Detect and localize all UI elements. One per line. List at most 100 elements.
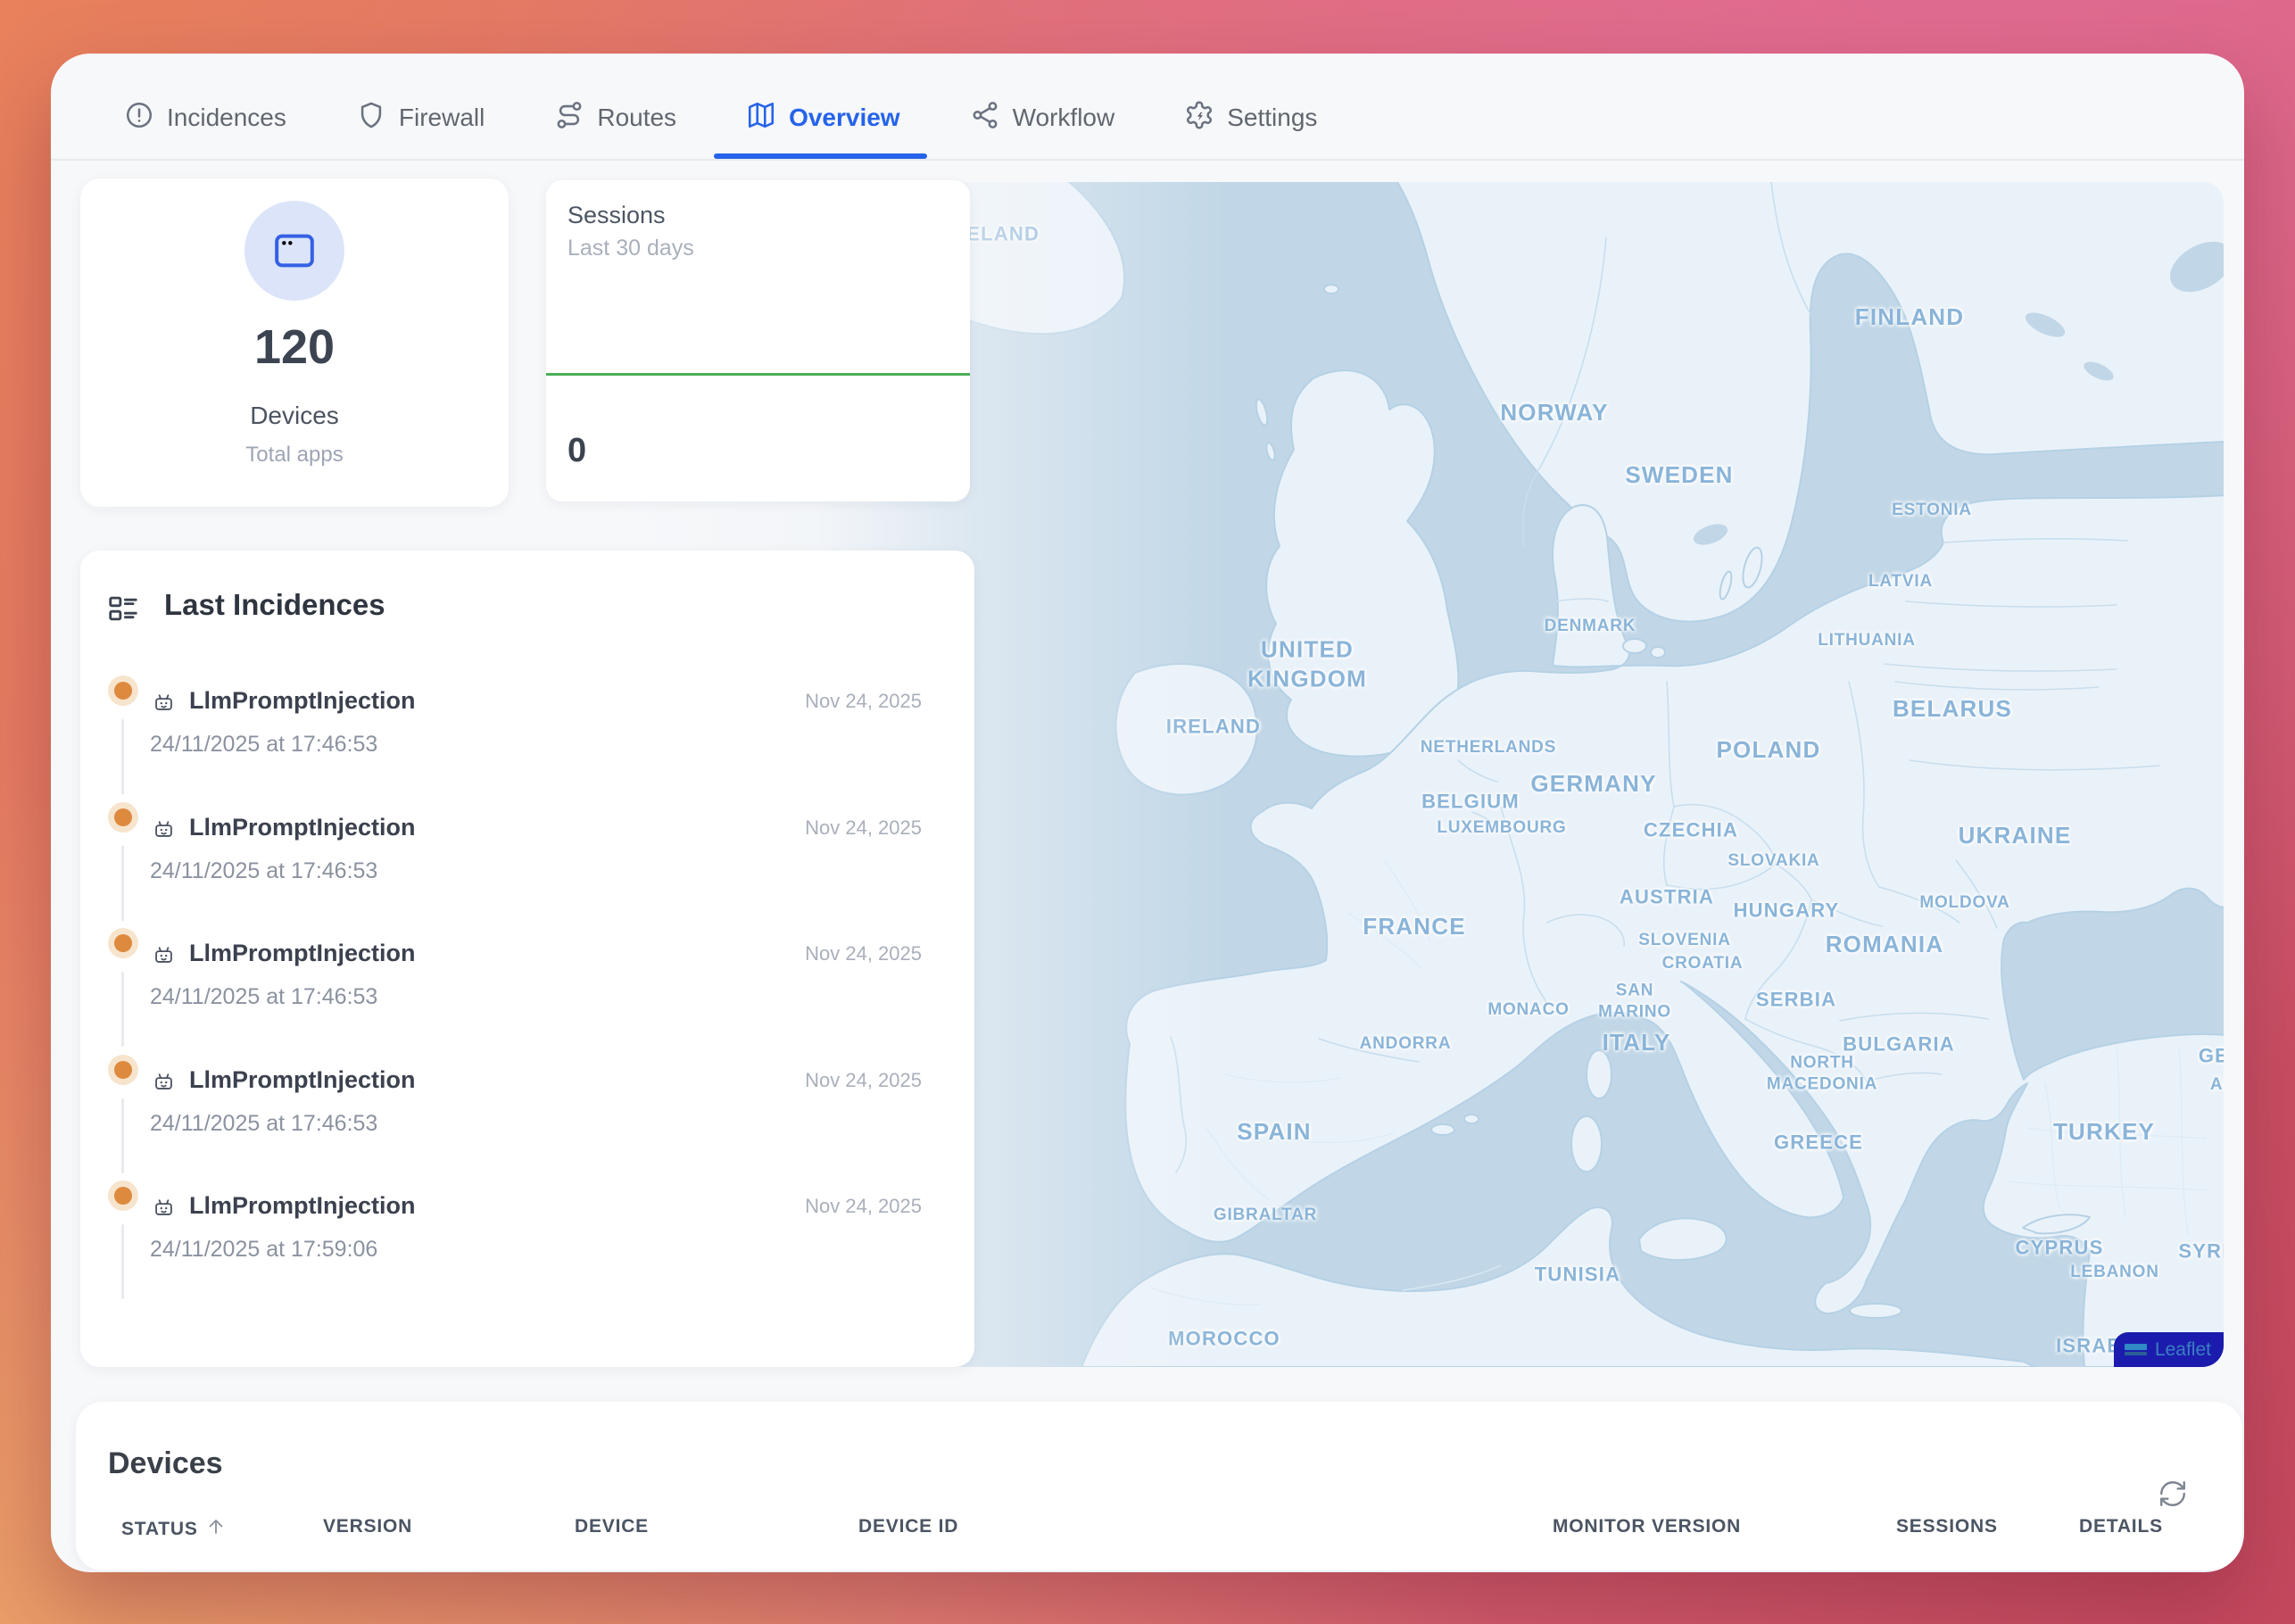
incident-date: Nov 24, 2025	[805, 690, 922, 713]
country-label: GERMANY	[1530, 769, 1656, 799]
leaflet-attribution-link[interactable]: Leaflet	[2114, 1332, 2224, 1367]
sessions-card: Sessions Last 30 days 0	[546, 180, 970, 501]
last-incidences-title: Last Incidences	[164, 588, 385, 622]
sessions-sparkline	[546, 373, 970, 376]
incident-timestamp: 24/11/2025 at 17:59:06	[150, 1237, 377, 1263]
devices-label: Devices	[80, 402, 509, 430]
tab-label: Incidences	[167, 104, 286, 132]
country-label: BELARUS	[1893, 694, 2012, 724]
column-header-status[interactable]: STATUS	[121, 1516, 227, 1543]
robot-icon	[152, 690, 176, 714]
country-label: SPAIN	[1237, 1117, 1312, 1147]
country-label: CYPRUS	[2016, 1235, 2104, 1260]
devices-table-title: Devices	[108, 1446, 223, 1481]
tab-overview[interactable]: Overview	[746, 77, 900, 159]
incident-timestamp: 24/11/2025 at 17:46:53	[150, 984, 377, 1010]
tab-label: Workflow	[1013, 104, 1115, 132]
country-label: ESTONIA	[1892, 500, 1972, 521]
tab-firewall[interactable]: Firewall	[356, 77, 485, 159]
timeline-connector	[121, 846, 124, 921]
list-details-icon	[106, 592, 140, 626]
country-label: CROATIA	[1662, 953, 1744, 974]
country-label: SLOVAKIA	[1727, 850, 1819, 872]
sort-ascending-icon	[205, 1516, 227, 1543]
incidence-item[interactable]: LlmPromptInjection24/11/2025 at 17:46:53…	[80, 1061, 974, 1188]
country-label: ITALY	[1603, 1028, 1671, 1057]
route-icon	[554, 100, 584, 137]
tab-settings[interactable]: Settings	[1184, 77, 1317, 159]
incidence-item[interactable]: LlmPromptInjection 24/11/2025 at 17:46:53…	[80, 934, 974, 1061]
incident-date: Nov 24, 2025	[805, 1195, 922, 1218]
column-header-monitor-version[interactable]: MONITOR VERSION	[1553, 1516, 1741, 1537]
incident-name: LlmPromptInjection	[189, 687, 416, 715]
timeline-connector	[121, 719, 124, 794]
incident-date: Nov 24, 2025	[805, 942, 922, 965]
incidence-item[interactable]: LlmPromptInjection24/11/2025 at 17:46:53…	[80, 808, 974, 935]
country-label: SAN MARINO	[1598, 980, 1671, 1023]
country-label: UNITED KINGDOM	[1247, 635, 1367, 693]
country-label: AUSTRIA	[1620, 884, 1714, 909]
refresh-button[interactable]	[2158, 1479, 2188, 1509]
sessions-value: 0	[568, 432, 586, 470]
incident-status-dot	[108, 928, 138, 958]
incident-date: Nov 24, 2025	[805, 816, 922, 840]
devices-count: 120	[80, 319, 509, 375]
country-label: ANDORRA	[1360, 1033, 1452, 1055]
incident-timestamp: 24/11/2025 at 17:46:53	[150, 732, 377, 758]
robot-icon	[152, 1195, 176, 1219]
robot-icon	[152, 816, 176, 841]
tab-incidences[interactable]: Incidences	[124, 77, 286, 159]
country-label: FINLAND	[1855, 302, 1965, 332]
incident-timestamp: 24/11/2025 at 17:46:53	[150, 858, 377, 884]
top-navbar: Incidences Firewall Routes Overview	[51, 54, 2244, 161]
tab-workflow[interactable]: Workflow	[970, 77, 1115, 159]
desktop-background: { "nav": { "tabs": [ {"label":"Incidence…	[0, 0, 2295, 1624]
timeline-connector	[121, 1224, 124, 1299]
incident-status-dot	[108, 675, 138, 706]
country-label: FRANCE	[1363, 912, 1466, 941]
sessions-subtitle: Last 30 days	[568, 236, 694, 261]
nav-tabs: Incidences Firewall Routes Overview	[124, 54, 1317, 159]
column-header-details[interactable]: DETAILS	[2079, 1516, 2163, 1537]
tab-label: Firewall	[399, 104, 485, 132]
country-label: NORWAY	[1500, 398, 1608, 427]
timeline-connector	[121, 1098, 124, 1173]
column-header-device[interactable]: DEVICE	[575, 1516, 649, 1537]
last-incidences-card: Last Incidences LlmPromptInjection24/11/…	[80, 551, 974, 1367]
country-label: GREECE	[1774, 1130, 1863, 1155]
dashboard-window: ICELANDFINLANDNORWAYSWEDENESTONIALATVIAL…	[51, 54, 2244, 1572]
country-label: TUNISIA	[1535, 1262, 1620, 1287]
country-label: GIBRALTAR	[1214, 1205, 1317, 1226]
column-header-device-id[interactable]: DEVICE ID	[858, 1516, 958, 1537]
flag-icon	[2125, 1343, 2147, 1357]
robot-icon	[152, 942, 176, 966]
incident-status-dot	[108, 1181, 138, 1211]
country-label: UKRAINE	[1959, 821, 2072, 850]
devices-stat-card: 120 Devices Total apps	[80, 178, 509, 507]
tab-label: Routes	[597, 104, 676, 132]
country-label: SWEDEN	[1625, 460, 1733, 490]
gear-bolt-icon	[1184, 100, 1214, 137]
incidence-item[interactable]: LlmPromptInjection 24/11/2025 at 17:46:53…	[80, 682, 974, 808]
country-label: LATVIA	[1868, 571, 1933, 592]
timeline-connector	[121, 972, 124, 1047]
incident-status-dot	[108, 1055, 138, 1085]
incidence-item[interactable]: LlmPromptInjection24/11/2025 at 17:59:06…	[80, 1187, 974, 1313]
country-label: MOLDOVA	[1919, 892, 2009, 914]
country-label: CZECHIA	[1644, 817, 1738, 842]
incident-name: LlmPromptInjection	[189, 1066, 416, 1094]
column-header-sessions[interactable]: SESSIONS	[1896, 1516, 1998, 1537]
column-header-version[interactable]: VERSION	[323, 1516, 412, 1537]
attribution-label: Leaflet	[2155, 1339, 2211, 1361]
country-label: SLOVENIA	[1638, 930, 1731, 951]
incident-name: LlmPromptInjection	[189, 940, 416, 967]
tab-routes[interactable]: Routes	[554, 77, 676, 159]
incident-status-dot	[108, 802, 138, 833]
sessions-title: Sessions	[568, 202, 666, 229]
tab-label: Overview	[789, 104, 900, 132]
map-icon	[746, 100, 776, 137]
country-label: BELGIUM	[1421, 789, 1520, 814]
country-label: LUXEMBOURG	[1437, 817, 1566, 839]
country-label: MONACO	[1487, 999, 1569, 1021]
country-label: NETHERLANDS	[1421, 737, 1556, 758]
